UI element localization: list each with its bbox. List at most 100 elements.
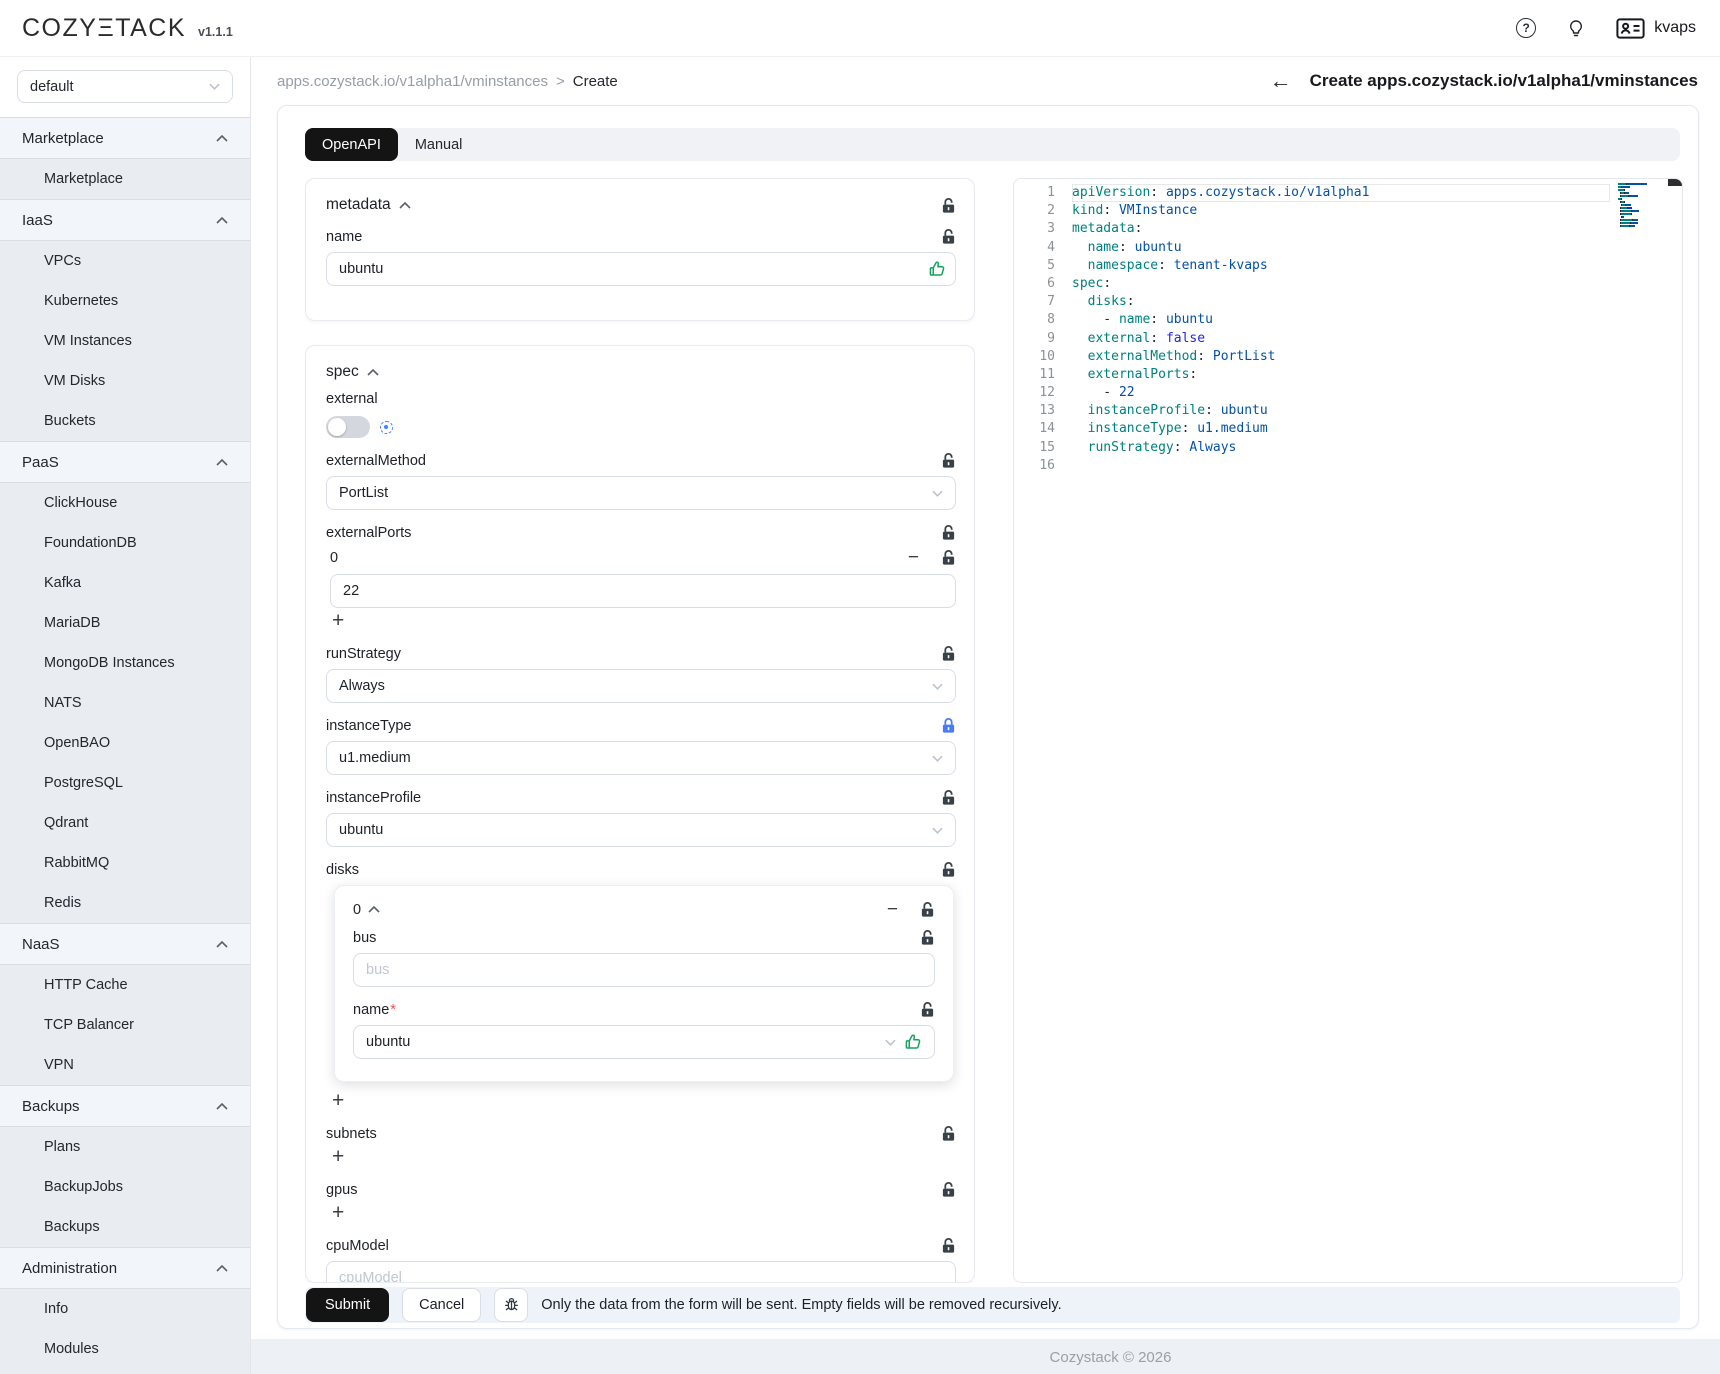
code-line-7: 7 disks: [1014,293,1682,311]
sidebar-item-vm-instances[interactable]: VM Instances [0,321,250,361]
name-input[interactable] [326,252,956,286]
editor-code-area: 1apiVersion: apps.cozystack.io/v1alpha12… [1014,179,1682,475]
breadcrumb-resource-link[interactable]: apps.cozystack.io/v1alpha1/vminstances [277,73,548,90]
sidebar-item-redis[interactable]: Redis [0,883,250,923]
instanceProfile-label: instanceProfile [326,790,421,806]
add-port-button[interactable]: + [332,610,354,631]
back-arrow-icon[interactable]: ← [1270,70,1292,92]
unlock-icon[interactable] [941,1125,956,1142]
header-actions: ? kvaps [1516,18,1696,39]
sidebar-group-iaas[interactable]: IaaS [0,199,250,241]
sidebar-item-backupjobs[interactable]: BackupJobs [0,1167,250,1207]
remove-disk-button[interactable]: − [887,900,898,919]
sidebar-item-mongodb-instances[interactable]: MongoDB Instances [0,643,250,683]
add-subnet-button[interactable]: + [332,1146,354,1167]
help-button[interactable]: ? [1516,18,1536,38]
sidebar-group-marketplace[interactable]: Marketplace [0,117,250,159]
unlock-icon[interactable] [941,861,956,878]
add-disk-button[interactable]: + [332,1090,354,1111]
bus-input[interactable] [353,953,935,987]
sidebar-item-openbao[interactable]: OpenBAO [0,723,250,763]
sidebar-item-tcp-balancer[interactable]: TCP Balancer [0,1005,250,1045]
sidebar-item-vm-disks[interactable]: VM Disks [0,361,250,401]
remove-port-button[interactable]: − [908,548,919,567]
editor-minimap[interactable] [1618,183,1666,231]
minimap-line [1618,228,1666,230]
page-title: Create apps.cozystack.io/v1alpha1/vminst… [1310,71,1698,91]
sidebar-item-marketplace[interactable]: Marketplace [0,159,250,199]
add-gpu-button[interactable]: + [332,1202,354,1223]
sidebar-item-clickhouse[interactable]: ClickHouse [0,483,250,523]
externalMethod-select[interactable]: PortList [326,476,956,510]
sidebar-item-kubernetes[interactable]: Kubernetes [0,281,250,321]
minimap-line [1618,186,1666,188]
sidebar-group-label: PaaS [22,454,59,471]
sidebar-item-qdrant[interactable]: Qdrant [0,803,250,843]
sidebar-item-buckets[interactable]: Buckets [0,401,250,441]
unlock-icon[interactable] [941,228,956,245]
code-line-12: 12 - 22 [1014,384,1682,402]
collapse-caret-icon [216,217,228,224]
sidebar-group-administration[interactable]: Administration [0,1247,250,1289]
unlock-icon[interactable] [920,1001,935,1018]
sidebar-item-nats[interactable]: NATS [0,683,250,723]
external-label: external [326,391,378,407]
sidebar-item-plans[interactable]: Plans [0,1127,250,1167]
sidebar-group-backups[interactable]: Backups [0,1085,250,1127]
disk-item-toggle[interactable]: 0 [353,902,380,918]
sidebar-item-vpcs[interactable]: VPCs [0,241,250,281]
unlock-icon[interactable] [920,901,935,918]
sidebar-item-foundationdb[interactable]: FoundationDB [0,523,250,563]
disk-name-select[interactable]: ubuntu [353,1025,935,1059]
sidebar-item-kafka[interactable]: Kafka [0,563,250,603]
sidebar-group-paas[interactable]: PaaS [0,441,250,483]
sidebar-item-http-cache[interactable]: HTTP Cache [0,965,250,1005]
sidebar-item-modules[interactable]: Modules [0,1329,250,1369]
instanceProfile-select[interactable]: ubuntu [326,813,956,847]
metadata-section-toggle[interactable]: metadata [326,196,411,214]
sidebar-group-naas[interactable]: NaaS [0,923,250,965]
unlock-icon[interactable] [920,929,935,946]
spec-section-toggle[interactable]: spec [326,363,379,381]
unlock-icon[interactable] [941,1181,956,1198]
unlock-icon[interactable] [941,1237,956,1254]
port-input[interactable] [330,574,956,608]
submit-button[interactable]: Submit [306,1288,389,1322]
field-gpus: gpus + [326,1181,956,1223]
sidebar-item-mariadb[interactable]: MariaDB [0,603,250,643]
sidebar-item-info[interactable]: Info [0,1289,250,1329]
sidebar-item-rabbitmq[interactable]: RabbitMQ [0,843,250,883]
collapse-caret-icon [216,459,228,466]
namespace-select[interactable]: default [17,70,233,103]
runStrategy-select[interactable]: Always [326,669,956,703]
cancel-button[interactable]: Cancel [402,1288,481,1322]
breadcrumb-separator: > [556,73,565,90]
form-and-editor: metadata name [305,178,1680,1283]
logo-text: COZYΞTACK [22,14,186,43]
unlock-icon[interactable] [941,524,956,541]
unlock-icon[interactable] [941,549,956,566]
tab-manual[interactable]: Manual [398,128,480,161]
unlock-icon[interactable] [941,645,956,662]
minimap-line [1618,183,1666,185]
tab-openapi[interactable]: OpenAPI [305,128,398,161]
instanceType-select[interactable]: u1.medium [326,741,956,775]
sidebar-item-backups[interactable]: Backups [0,1207,250,1247]
unlock-icon[interactable] [941,452,956,469]
unlock-icon[interactable] [941,197,956,214]
unlock-icon[interactable] [941,789,956,806]
sidebar-item-vpn[interactable]: VPN [0,1045,250,1085]
yaml-editor[interactable]: 1apiVersion: apps.cozystack.io/v1alpha12… [1013,178,1683,1283]
cpuModel-input[interactable] [326,1261,956,1283]
sidebar-item-postgresql[interactable]: PostgreSQL [0,763,250,803]
lock-icon[interactable] [941,717,956,734]
code-line-9: 9 external: false [1014,330,1682,348]
editor-scrollbar-thumb[interactable] [1668,179,1682,186]
user-menu[interactable]: kvaps [1616,18,1696,39]
gpus-label: gpus [326,1182,357,1198]
external-toggle[interactable] [326,416,370,438]
debug-button[interactable] [494,1288,528,1322]
logo: COZYΞTACK v1.1.1 [22,14,233,43]
theme-toggle-button[interactable] [1566,18,1586,39]
code-line-15: 15 runStrategy: Always [1014,439,1682,457]
